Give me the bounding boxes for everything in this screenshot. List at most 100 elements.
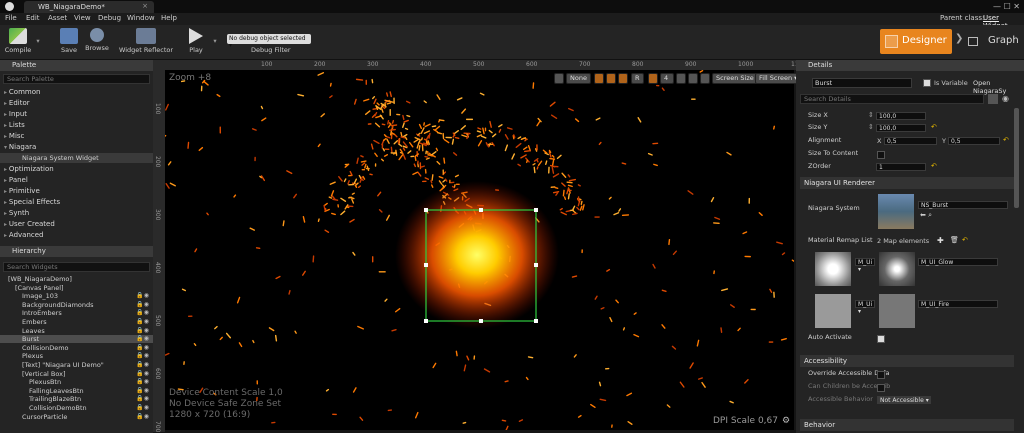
material-target-select-2[interactable]: M_UI_Fire bbox=[918, 300, 998, 308]
material-thumb-target-1[interactable] bbox=[879, 252, 915, 286]
palette-category-editor[interactable]: Editor bbox=[4, 99, 30, 107]
remap-reset-icon[interactable]: ↶ bbox=[962, 236, 968, 244]
palette-category-niagara[interactable]: Niagara bbox=[4, 143, 36, 151]
resize-handle[interactable] bbox=[479, 208, 483, 212]
auto-activate-checkbox[interactable] bbox=[877, 335, 885, 343]
zorder-reset-icon[interactable]: ↶ bbox=[931, 162, 937, 170]
behavior-section[interactable]: Behavior bbox=[800, 419, 1014, 431]
accessible-behavior-select[interactable]: Not Accessible ▾ bbox=[877, 396, 931, 404]
hierarchy-row[interactable]: Plexus 🔒◉ bbox=[0, 352, 153, 360]
visibility-toggle-icon[interactable]: 🔒◉ bbox=[136, 344, 149, 351]
resize-handle[interactable] bbox=[424, 263, 428, 267]
visibility-toggle-icon[interactable]: 🔒◉ bbox=[136, 335, 149, 342]
resize-handle[interactable] bbox=[534, 263, 538, 267]
tab-close-icon[interactable]: × bbox=[142, 2, 148, 10]
grid-snap-icon[interactable] bbox=[594, 73, 604, 84]
pointer-icon[interactable] bbox=[554, 73, 564, 84]
compile-button[interactable]: Compile bbox=[3, 25, 33, 60]
visibility-toggle-icon[interactable]: 🔒◉ bbox=[136, 395, 149, 402]
visibility-toggle-icon[interactable]: 🔒◉ bbox=[136, 404, 149, 411]
is-variable-checkbox[interactable] bbox=[923, 79, 931, 87]
menu-edit[interactable]: Edit bbox=[26, 14, 40, 22]
open-niagara-link[interactable]: Open NiagaraSy bbox=[973, 79, 1024, 95]
debug-object-select[interactable]: No debug object selected ▾ bbox=[227, 34, 311, 49]
expand-icon[interactable] bbox=[688, 73, 698, 84]
size-y-spin-icon[interactable]: ⇕ bbox=[868, 123, 874, 131]
niagara-asset-thumbnail[interactable] bbox=[878, 194, 914, 229]
hierarchy-row[interactable]: FallingLeavesBtn 🔒◉ bbox=[0, 387, 153, 395]
hierarchy-row[interactable]: Embers 🔒◉ bbox=[0, 318, 153, 326]
size-y-field[interactable]: 100,0 bbox=[876, 124, 926, 132]
palette-category-optimization[interactable]: Optimization bbox=[4, 165, 54, 173]
save-button[interactable]: Save bbox=[57, 25, 81, 60]
palette-category-primitive[interactable]: Primitive bbox=[4, 187, 40, 195]
palette-category-special-effects[interactable]: Special Effects bbox=[4, 198, 60, 206]
override-accessible-checkbox[interactable] bbox=[877, 371, 885, 379]
size-to-content-checkbox[interactable] bbox=[877, 151, 885, 159]
dpi-settings-icon[interactable]: ⚙ bbox=[782, 416, 790, 426]
align-y-field[interactable]: 0,5 bbox=[948, 137, 1000, 145]
hierarchy-row[interactable]: [Text] "Niagara UI Demo" 🔒◉ bbox=[0, 361, 153, 369]
hierarchy-row[interactable]: [WB_NiagaraDemo] bbox=[0, 275, 153, 283]
palette-category-input[interactable]: Input bbox=[4, 110, 27, 118]
visibility-toggle-icon[interactable]: 🔒◉ bbox=[136, 413, 149, 420]
property-matrix-icon[interactable] bbox=[988, 94, 998, 104]
size-x-field[interactable]: 100,0 bbox=[876, 112, 926, 120]
rotate-icon[interactable] bbox=[700, 73, 710, 84]
visibility-toggle-icon[interactable]: 🔒◉ bbox=[136, 352, 149, 359]
can-children-checkbox[interactable] bbox=[877, 384, 885, 392]
palette-category-user-created[interactable]: User Created bbox=[4, 220, 55, 228]
zorder-field[interactable]: 1 bbox=[876, 163, 926, 171]
grid-size-button[interactable]: 4 bbox=[660, 73, 674, 84]
play-options-icon[interactable]: ▾ bbox=[211, 25, 219, 60]
details-scrollbar[interactable] bbox=[1014, 108, 1019, 208]
material-source-select-2[interactable]: M_Ui ▾ bbox=[855, 300, 875, 315]
palette-search-input[interactable]: Search Palette bbox=[3, 74, 150, 84]
resize-handle[interactable] bbox=[479, 319, 483, 323]
accessibility-section[interactable]: Accessibility bbox=[800, 355, 1014, 367]
none-button[interactable]: None bbox=[566, 73, 591, 84]
menu-view[interactable]: View bbox=[74, 14, 91, 22]
niagara-asset-select[interactable]: NS_Burst bbox=[918, 201, 1008, 209]
visibility-eye-icon[interactable]: ◉ bbox=[1002, 94, 1009, 103]
respect-locks-button[interactable]: R bbox=[631, 73, 644, 84]
add-element-icon[interactable]: ✚ bbox=[937, 236, 944, 245]
hierarchy-row[interactable]: [Canvas Panel] bbox=[0, 284, 153, 292]
niagara-asset-tools-icon[interactable]: ⬅ ⌕ bbox=[920, 211, 932, 220]
resize-handle[interactable] bbox=[534, 319, 538, 323]
size-x-spin-icon[interactable]: ⇕ bbox=[868, 111, 874, 119]
hierarchy-row[interactable]: Burst 🔒◉ bbox=[0, 335, 153, 344]
grid-icon[interactable] bbox=[648, 73, 658, 84]
menu-help[interactable]: Help bbox=[161, 14, 177, 22]
palette-category-lists[interactable]: Lists bbox=[4, 121, 25, 129]
visibility-toggle-icon[interactable]: 🔒◉ bbox=[136, 292, 149, 299]
hierarchy-search-input[interactable]: Search Widgets bbox=[3, 262, 150, 272]
window-controls[interactable]: — ☐ ✕ bbox=[993, 2, 1020, 11]
hierarchy-row[interactable]: TrailingBlazeBtn 🔒◉ bbox=[0, 395, 153, 403]
material-target-select-1[interactable]: M_UI_Glow bbox=[918, 258, 998, 266]
graph-tab[interactable]: Graph bbox=[966, 29, 1019, 54]
reset-default-icon[interactable]: ↶ bbox=[931, 123, 937, 131]
menu-window[interactable]: Window bbox=[127, 14, 155, 22]
lock-icon[interactable] bbox=[606, 73, 616, 84]
hierarchy-row[interactable]: [Vertical Box] 🔒◉ bbox=[0, 370, 153, 378]
hierarchy-row[interactable]: Leaves 🔒◉ bbox=[0, 327, 153, 335]
visibility-toggle-icon[interactable]: 🔒◉ bbox=[136, 309, 149, 316]
widget-name-field[interactable]: Burst bbox=[812, 78, 912, 88]
hierarchy-row[interactable]: CursorParticle 🔒◉ bbox=[0, 413, 153, 421]
delete-icon[interactable]: 🗑 bbox=[950, 236, 959, 244]
alignment-reset-icon[interactable]: ↶ bbox=[1003, 136, 1009, 144]
resize-handle[interactable] bbox=[424, 319, 428, 323]
visibility-toggle-icon[interactable]: 🔒◉ bbox=[136, 370, 149, 377]
align-x-field[interactable]: 0,5 bbox=[884, 137, 937, 145]
hierarchy-row[interactable]: BackgroundDiamonds 🔒◉ bbox=[0, 301, 153, 309]
details-search-input[interactable]: Search Details bbox=[800, 94, 984, 104]
play-button[interactable]: Play bbox=[182, 25, 210, 60]
hierarchy-row[interactable]: CollisionDemoBtn 🔒◉ bbox=[0, 404, 153, 412]
designer-viewport[interactable]: Zoom +8 Device Content Scale 1,0 No Devi… bbox=[165, 70, 794, 430]
widget-reflector-button[interactable]: Widget Reflector bbox=[118, 25, 174, 60]
designer-tab[interactable]: Designer bbox=[880, 29, 952, 54]
material-thumb-target-2[interactable] bbox=[879, 294, 915, 328]
browse-button[interactable]: Browse bbox=[84, 25, 110, 60]
material-thumb-source-1[interactable] bbox=[815, 252, 851, 286]
